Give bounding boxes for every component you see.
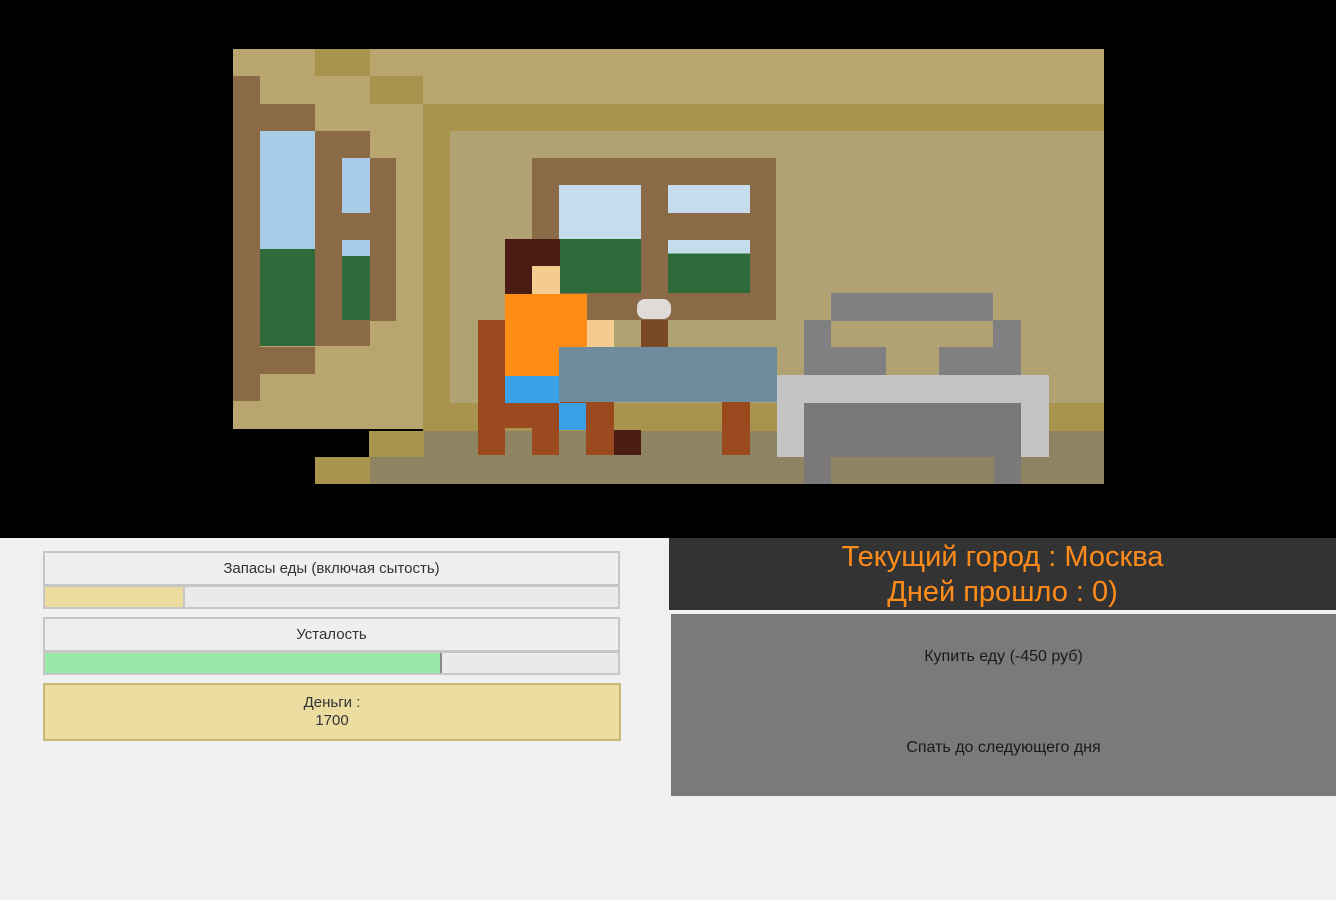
back-window-glass <box>668 185 750 213</box>
floor-edge <box>315 457 370 484</box>
chair-back <box>478 320 505 455</box>
chair-leg <box>532 428 559 455</box>
side-window-glass <box>342 240 370 320</box>
bed-headboard <box>804 320 831 375</box>
money-value: 1700 <box>315 712 349 729</box>
ceiling-step <box>370 76 423 104</box>
table-top <box>559 347 777 402</box>
room-scene <box>233 49 1104 484</box>
side-window-frame <box>342 320 370 346</box>
fatigue-stat-label: Усталость <box>43 617 620 652</box>
ceiling-step <box>315 49 370 76</box>
fatigue-bar-fill <box>45 653 443 673</box>
food-bar <box>43 585 620 609</box>
floor-edge <box>369 431 424 457</box>
side-window-frame <box>233 76 260 401</box>
cup-steam <box>637 299 671 319</box>
chair-leg <box>586 428 614 455</box>
character-face <box>532 266 560 294</box>
character-leg <box>559 403 586 430</box>
side-window-glass <box>342 158 370 213</box>
bed-frame-gap <box>831 457 994 484</box>
side-window-frame <box>260 347 315 374</box>
fatigue-bar <box>43 651 620 675</box>
days-passed: Дней прошло : 0) <box>887 576 1118 608</box>
current-city: Текущий город : Москва <box>841 541 1164 573</box>
location-header: Текущий город : Москва Дней прошло : 0) <box>669 538 1336 610</box>
wall-corner-trim <box>423 104 450 434</box>
game-scene-area <box>0 0 1336 538</box>
money-label: Деньги : <box>303 694 361 711</box>
food-stat-label: Запасы еды (включая сытость) <box>43 551 620 586</box>
character-pants <box>505 376 560 403</box>
chair-seat <box>478 401 614 428</box>
side-window-frame <box>342 213 370 240</box>
side-window-frame <box>260 104 315 131</box>
steaming-cup-icon <box>641 320 668 347</box>
bed-icon <box>831 293 993 321</box>
actions-panel: Купить еду (-450 руб) Спать до следующег… <box>671 614 1336 796</box>
side-window-glass <box>260 131 315 346</box>
buy-food-button[interactable]: Купить еду (-450 руб) <box>671 648 1336 666</box>
table-leg <box>722 402 750 455</box>
money-box: Деньги : 1700 <box>43 683 621 741</box>
bed-pillow <box>831 347 886 375</box>
bed-pillow <box>939 347 993 375</box>
sleep-button[interactable]: Спать до следующего дня <box>671 739 1336 757</box>
character-shoe <box>614 430 641 455</box>
side-window-frame <box>370 158 396 321</box>
back-window-glass <box>668 240 750 293</box>
side-window-frame <box>315 131 342 346</box>
food-bar-fill <box>45 587 185 607</box>
character-hand <box>587 320 614 347</box>
bed-headboard <box>993 320 1021 375</box>
ceiling-trim <box>423 104 1104 131</box>
back-window-glass <box>559 185 641 293</box>
